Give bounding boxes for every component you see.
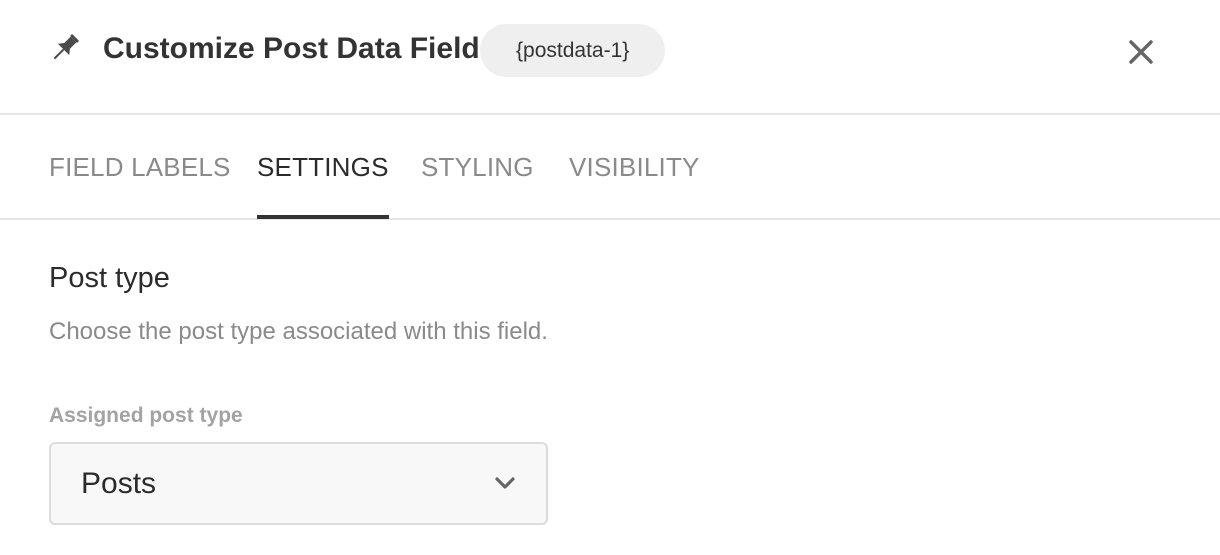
section-title: Post type xyxy=(49,262,170,294)
tab-styling[interactable]: STYLING xyxy=(421,117,534,218)
tab-settings[interactable]: SETTINGS xyxy=(257,117,389,219)
modal-title: Customize Post Data Field xyxy=(103,32,480,65)
section-description: Choose the post type associated with thi… xyxy=(49,318,548,345)
chevron-down-icon xyxy=(495,477,515,489)
post-type-field-label: Assigned post type xyxy=(49,404,243,427)
tab-bar: FIELD LABELS SETTINGS STYLING VISIBILITY xyxy=(0,117,1220,220)
pin-icon xyxy=(53,34,79,60)
merge-tag-badge: {postdata-1} xyxy=(480,24,666,77)
tab-visibility[interactable]: VISIBILITY xyxy=(569,117,700,218)
post-type-selected-value: Posts xyxy=(81,467,157,500)
close-button[interactable] xyxy=(1120,31,1162,73)
customize-field-modal: Customize Post Data Field {postdata-1} F… xyxy=(0,0,1220,555)
modal-header: Customize Post Data Field {postdata-1} xyxy=(0,0,1220,115)
close-icon xyxy=(1129,40,1153,64)
post-type-select[interactable]: Posts xyxy=(49,442,548,525)
tab-field-labels[interactable]: FIELD LABELS xyxy=(49,117,231,218)
